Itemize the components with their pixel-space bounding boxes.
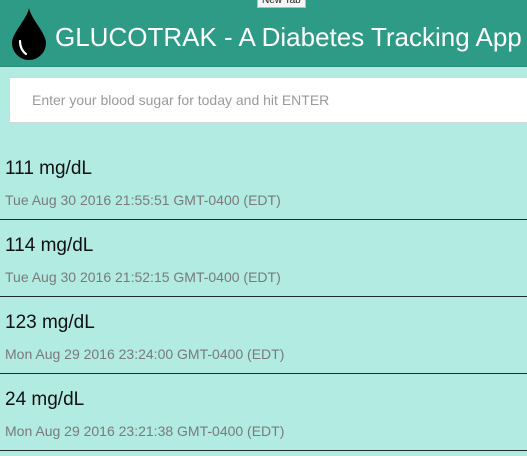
app-header: GLUCOTRAK - A Diabetes Tracking App — [0, 0, 527, 67]
reading-value: 123 mg/dL — [5, 312, 95, 333]
reading-timestamp: Mon Aug 29 2016 23:24:00 GMT-0400 (EDT) — [5, 346, 285, 362]
reading-list-item[interactable]: 24 mg/dL Mon Aug 29 2016 23:21:38 GMT-04… — [0, 374, 527, 451]
reading-timestamp: Tue Aug 30 2016 21:52:15 GMT-0400 (EDT) — [5, 269, 281, 285]
reading-value: 114 mg/dL — [5, 235, 94, 256]
reading-timestamp: Tue Aug 30 2016 21:55:51 GMT-0400 (EDT) — [5, 192, 281, 208]
new-tab-tooltip: New Tab — [257, 0, 306, 8]
reading-list-item[interactable]: 114 mg/dL Tue Aug 30 2016 21:52:15 GMT-0… — [0, 220, 527, 297]
drop-icon — [12, 8, 46, 60]
reading-value: 24 mg/dL — [5, 389, 85, 410]
blood-sugar-input-container — [9, 77, 527, 123]
reading-list-item[interactable]: 111 mg/dL Tue Aug 30 2016 21:55:51 GMT-0… — [0, 143, 527, 220]
app-title: GLUCOTRAK - A Diabetes Tracking App — [55, 22, 522, 52]
reading-list-item[interactable]: 123 mg/dL Mon Aug 29 2016 23:24:00 GMT-0… — [0, 297, 527, 374]
readings-list: 111 mg/dL Tue Aug 30 2016 21:55:51 GMT-0… — [0, 143, 527, 451]
blood-sugar-input[interactable] — [10, 78, 527, 122]
reading-value: 111 mg/dL — [5, 158, 92, 179]
reading-timestamp: Mon Aug 29 2016 23:21:38 GMT-0400 (EDT) — [5, 423, 285, 439]
